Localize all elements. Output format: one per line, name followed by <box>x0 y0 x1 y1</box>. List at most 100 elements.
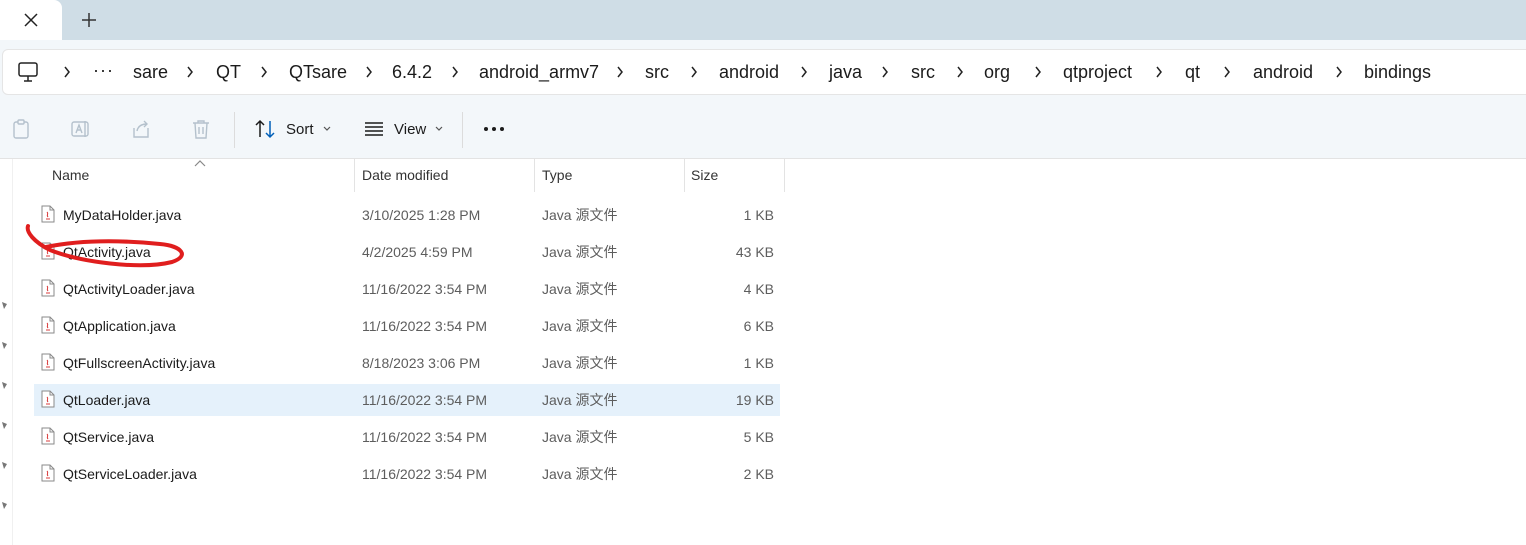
sort-button[interactable]: Sort <box>254 114 331 144</box>
chevron-right-icon[interactable] <box>1032 50 1044 94</box>
column-header-size[interactable]: Size <box>691 159 718 192</box>
breadcrumb-item-current[interactable]: bindings <box>1364 50 1431 94</box>
see-more-button[interactable] <box>479 114 509 144</box>
breadcrumb-item[interactable]: src <box>911 50 935 94</box>
breadcrumb-item[interactable]: QTsare <box>289 50 347 94</box>
chevron-right-icon[interactable] <box>688 50 700 94</box>
file-type: Java 源文件 <box>542 244 618 260</box>
breadcrumb-item[interactable]: android_armv7 <box>479 50 599 94</box>
file-row-selected[interactable]: QtLoader.java 11/16/2022 3:54 PM Java 源文… <box>34 384 780 416</box>
breadcrumb-overflow[interactable]: ··· <box>93 50 114 94</box>
breadcrumb-item[interactable]: QT <box>216 50 241 94</box>
column-divider[interactable] <box>534 159 535 192</box>
chevron-right-icon[interactable] <box>1333 50 1345 94</box>
more-icon <box>484 127 504 131</box>
column-header-row: Name Date modified Type Size <box>34 159 786 192</box>
column-divider[interactable] <box>684 159 685 192</box>
column-header-date[interactable]: Date modified <box>362 159 448 192</box>
address-bar[interactable]: ··· sare QT QTsare 6.4.2 android_armv7 s… <box>2 49 1526 95</box>
pin-icon[interactable] <box>1 421 8 430</box>
chevron-right-icon[interactable] <box>258 50 270 94</box>
view-label: View <box>394 120 427 138</box>
file-date: 4/2/2025 4:59 PM <box>362 244 473 260</box>
new-tab-button[interactable] <box>72 5 106 35</box>
file-type: Java 源文件 <box>542 429 618 445</box>
paste-icon[interactable] <box>10 118 32 140</box>
column-divider[interactable] <box>354 159 355 192</box>
pin-icon[interactable] <box>1 501 8 510</box>
chevron-right-icon[interactable] <box>61 50 73 94</box>
java-file-icon <box>41 390 55 408</box>
breadcrumb-item[interactable]: src <box>645 50 669 94</box>
chevron-right-icon[interactable] <box>954 50 966 94</box>
chevron-right-icon[interactable] <box>1153 50 1165 94</box>
file-size: 43 KB <box>735 244 774 260</box>
breadcrumb-item[interactable]: qt <box>1185 50 1200 94</box>
file-row[interactable]: QtApplication.java 11/16/2022 3:54 PM Ja… <box>34 310 780 342</box>
file-name: MyDataHolder.java <box>63 207 182 223</box>
file-date: 11/16/2022 3:54 PM <box>362 318 488 334</box>
breadcrumb-item[interactable]: 6.4.2 <box>392 50 432 94</box>
breadcrumb-item[interactable]: org <box>984 50 1010 94</box>
chevron-right-icon[interactable] <box>1221 50 1233 94</box>
column-header-type[interactable]: Type <box>542 159 572 192</box>
file-size: 1 KB <box>743 355 774 371</box>
file-name: QtService.java <box>63 429 155 445</box>
file-type: Java 源文件 <box>542 466 618 482</box>
file-row[interactable]: QtServiceLoader.java 11/16/2022 3:54 PM … <box>34 458 780 490</box>
breadcrumb-item[interactable]: qtproject <box>1063 50 1132 94</box>
rename-icon[interactable] <box>70 118 92 140</box>
column-divider[interactable] <box>784 159 785 192</box>
breadcrumb-item[interactable]: android <box>1253 50 1313 94</box>
java-file-icon <box>41 205 55 223</box>
file-name: QtServiceLoader.java <box>63 466 197 482</box>
breadcrumb-item[interactable]: java <box>829 50 862 94</box>
pin-icon[interactable] <box>1 381 8 390</box>
chevron-right-icon[interactable] <box>879 50 891 94</box>
toolbar-separator <box>462 112 463 148</box>
java-file-icon <box>41 242 55 260</box>
java-file-icon <box>41 464 55 482</box>
file-name: QtActivityLoader.java <box>63 281 195 297</box>
file-name: QtLoader.java <box>63 392 151 408</box>
file-date: 3/10/2025 1:28 PM <box>362 207 481 223</box>
file-size: 5 KB <box>743 429 774 445</box>
view-button[interactable]: View <box>364 114 443 144</box>
file-date: 8/18/2023 3:06 PM <box>362 355 481 371</box>
file-row[interactable]: QtActivity.java 4/2/2025 4:59 PM Java 源文… <box>34 236 780 268</box>
file-date: 11/16/2022 3:54 PM <box>362 392 488 408</box>
share-icon[interactable] <box>130 118 152 140</box>
pin-icon[interactable] <box>1 301 8 310</box>
address-row: ··· sare QT QTsare 6.4.2 android_armv7 s… <box>0 40 1526 100</box>
file-type: Java 源文件 <box>542 355 618 371</box>
file-date: 11/16/2022 3:54 PM <box>362 429 488 445</box>
file-row[interactable]: QtService.java 11/16/2022 3:54 PM Java 源… <box>34 421 780 453</box>
java-file-icon <box>41 279 55 297</box>
chevron-down-icon <box>435 126 443 131</box>
this-pc-icon[interactable] <box>17 60 39 84</box>
chevron-right-icon[interactable] <box>184 50 196 94</box>
file-row[interactable]: MyDataHolder.java 3/10/2025 1:28 PM Java… <box>34 199 780 231</box>
file-row[interactable]: QtFullscreenActivity.java 8/18/2023 3:06… <box>34 347 780 379</box>
file-row[interactable]: QtActivityLoader.java 11/16/2022 3:54 PM… <box>34 273 780 305</box>
file-name: QtApplication.java <box>63 318 176 334</box>
file-type: Java 源文件 <box>542 318 618 334</box>
file-name: QtActivity.java <box>63 244 151 260</box>
chevron-right-icon[interactable] <box>614 50 626 94</box>
chevron-right-icon[interactable] <box>798 50 810 94</box>
navigation-pane[interactable] <box>0 159 13 545</box>
pin-icon[interactable] <box>1 341 8 350</box>
pin-icon[interactable] <box>1 461 8 470</box>
close-tab-button[interactable] <box>0 0 62 40</box>
breadcrumb-item[interactable]: sare <box>133 50 168 94</box>
file-size: 19 KB <box>735 392 774 408</box>
chevron-right-icon[interactable] <box>449 50 461 94</box>
chevron-right-icon[interactable] <box>363 50 375 94</box>
java-file-icon <box>41 353 55 371</box>
sort-label: Sort <box>286 120 314 138</box>
column-header-name[interactable]: Name <box>52 159 89 192</box>
breadcrumb-item[interactable]: android <box>719 50 779 94</box>
plus-icon <box>82 13 96 27</box>
file-size: 4 KB <box>743 281 774 297</box>
delete-icon[interactable] <box>190 118 212 140</box>
